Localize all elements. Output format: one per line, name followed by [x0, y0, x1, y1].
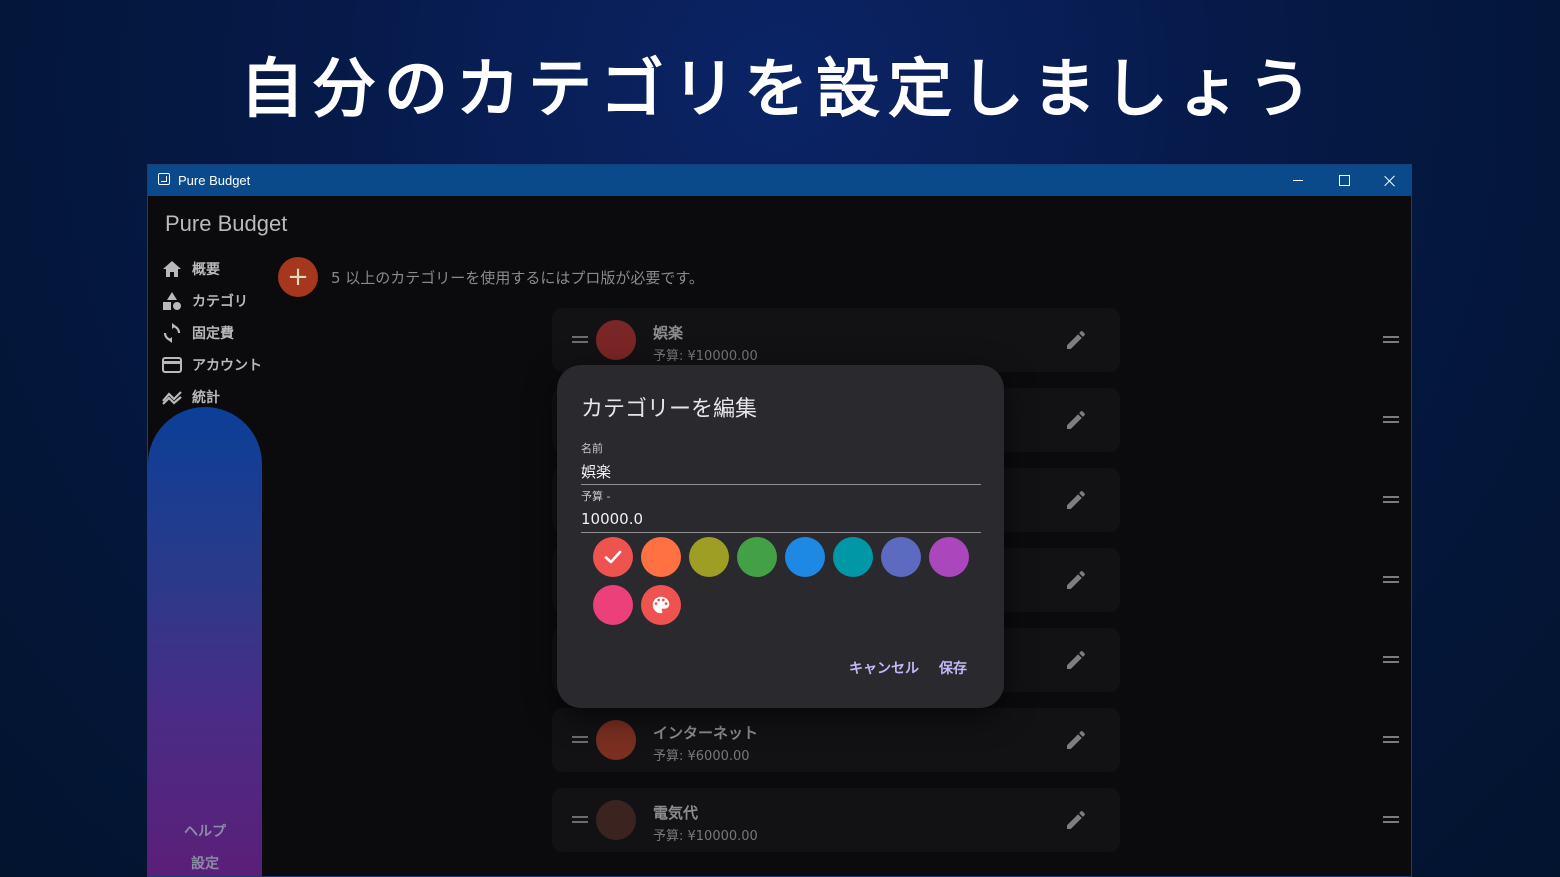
cancel-button[interactable]: キャンセル	[849, 658, 919, 678]
app-brand: Pure Budget	[165, 211, 288, 236]
category-row[interactable]: インターネット 予算: ¥6000.00	[552, 708, 1120, 772]
maximize-button[interactable]	[1321, 165, 1367, 196]
minimize-icon	[1293, 180, 1303, 181]
nav-item-categories[interactable]: カテゴリ	[162, 289, 248, 313]
edit-category-dialog: カテゴリーを編集 名前 予算 - キャンセル 保存	[557, 365, 1004, 708]
help-link[interactable]: ヘルプ	[148, 821, 262, 841]
nav-item-label: カテゴリ	[192, 294, 248, 310]
category-row[interactable]: 電気代 予算: ¥10000.00	[552, 788, 1120, 852]
reorder-handle-icon[interactable]	[1383, 576, 1399, 583]
palette-icon	[652, 596, 670, 614]
category-budget: 予算: ¥6000.00	[653, 749, 750, 764]
reorder-handle-icon[interactable]	[1383, 816, 1399, 823]
shapes-icon	[162, 291, 182, 311]
pencil-icon[interactable]	[1064, 808, 1088, 832]
app-icon	[158, 173, 170, 185]
budget-field[interactable]	[581, 506, 981, 533]
sync-icon	[162, 323, 182, 343]
color-swatch[interactable]	[593, 585, 633, 625]
color-swatch[interactable]	[833, 537, 873, 577]
plus-icon: +	[287, 262, 309, 292]
nav-item-statistics[interactable]: 統計	[162, 385, 220, 409]
category-color-dot	[596, 800, 636, 840]
headline: 自分のカテゴリを設定しましょう	[240, 53, 1320, 127]
reorder-handle-icon[interactable]	[1383, 736, 1399, 743]
name-field-label: 名前	[581, 442, 603, 455]
nav-item-label: 統計	[192, 390, 220, 406]
nav-item-label: アカウント	[192, 358, 262, 374]
pencil-icon[interactable]	[1064, 728, 1088, 752]
close-button[interactable]	[1367, 165, 1411, 196]
nav-item-overview[interactable]: 概要	[162, 257, 220, 281]
category-row[interactable]: 娯楽 予算: ¥10000.00	[552, 308, 1120, 372]
custom-color-button[interactable]	[641, 585, 681, 625]
app-window: Pure Budget Pure Budget 概要 カテゴリ 固定費 アカウン…	[147, 164, 1412, 877]
card-icon	[162, 355, 182, 375]
name-field[interactable]	[581, 458, 981, 485]
color-swatch[interactable]	[929, 537, 969, 577]
category-color-dot	[596, 720, 636, 760]
pencil-icon[interactable]	[1064, 408, 1088, 432]
window-title: Pure Budget	[178, 173, 251, 188]
sidebar-decoration	[148, 407, 262, 876]
minimize-button[interactable]	[1275, 165, 1321, 196]
nav-item-fixed-costs[interactable]: 固定費	[162, 321, 234, 345]
color-swatch[interactable]	[689, 537, 729, 577]
category-name: 電気代	[653, 804, 699, 822]
pencil-icon[interactable]	[1064, 328, 1088, 352]
reorder-handle-icon[interactable]	[1383, 656, 1399, 663]
maximize-icon	[1338, 175, 1350, 186]
title-bar: Pure Budget	[148, 165, 1411, 196]
home-icon	[162, 259, 182, 279]
dialog-title: カテゴリーを編集	[581, 397, 758, 422]
category-budget: 予算: ¥10000.00	[653, 349, 758, 364]
pencil-icon[interactable]	[1064, 568, 1088, 592]
color-swatch[interactable]	[737, 537, 777, 577]
reorder-handle-icon[interactable]	[1383, 336, 1399, 343]
pencil-icon[interactable]	[1064, 488, 1088, 512]
add-category-button[interactable]: +	[278, 257, 318, 297]
sidebar: 概要 カテゴリ 固定費 アカウント 統計 ヘルプ 設定	[148, 253, 263, 876]
settings-link[interactable]: 設定	[148, 853, 262, 873]
pencil-icon[interactable]	[1064, 648, 1088, 672]
drag-handle-icon[interactable]	[572, 736, 588, 743]
drag-handle-icon[interactable]	[572, 816, 588, 823]
color-swatch[interactable]	[641, 537, 681, 577]
nav-item-accounts[interactable]: アカウント	[162, 353, 262, 377]
category-name: 娯楽	[653, 324, 684, 342]
chart-line-icon	[162, 387, 182, 407]
close-icon	[1384, 175, 1396, 187]
category-name: インターネット	[653, 724, 759, 742]
pro-version-note: 5 以上のカテゴリーを使用するにはプロ版が必要です。	[331, 269, 704, 287]
color-swatch[interactable]	[881, 537, 921, 577]
color-swatch[interactable]	[785, 537, 825, 577]
color-swatch-selected[interactable]	[593, 537, 633, 577]
category-color-dot	[596, 320, 636, 360]
reorder-handle-icon[interactable]	[1383, 496, 1399, 503]
reorder-handle-icon[interactable]	[1383, 416, 1399, 423]
category-budget: 予算: ¥10000.00	[653, 829, 758, 844]
nav-item-label: 固定費	[192, 326, 234, 342]
drag-handle-icon[interactable]	[572, 336, 588, 343]
check-icon	[604, 550, 622, 564]
save-button[interactable]: 保存	[939, 658, 967, 678]
nav-item-label: 概要	[192, 262, 220, 278]
budget-field-label: 予算 -	[581, 490, 611, 503]
